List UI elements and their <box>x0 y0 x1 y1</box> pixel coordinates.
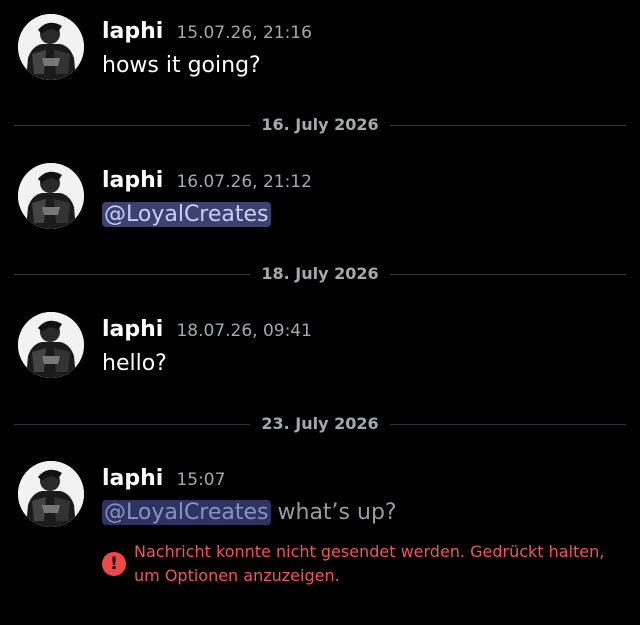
message-text: @LoyalCreates <box>102 199 271 231</box>
exclamation-icon: ! <box>102 552 126 576</box>
timestamp: 15:07 <box>176 470 226 490</box>
username[interactable]: laphi <box>102 168 163 193</box>
avatar[interactable] <box>18 14 84 80</box>
avatar-image <box>18 461 84 527</box>
send-error-notice[interactable]: ! Nachricht konnte nicht gesendet werden… <box>102 540 632 590</box>
message-failed[interactable]: laphi 15:07 @LoyalCreates what’s up? <box>0 461 640 551</box>
user-mention[interactable]: @LoyalCreates <box>102 202 271 227</box>
message-text: hows it going? <box>102 53 261 78</box>
date-divider: 18. July 2026 <box>14 263 626 287</box>
message[interactable]: laphi 15.07.26, 21:16 hows it going? <box>0 14 640 104</box>
username[interactable]: laphi <box>102 19 163 44</box>
message-text-rest: what’s up? <box>270 500 397 525</box>
divider-line <box>390 424 626 425</box>
username[interactable]: laphi <box>102 466 163 491</box>
message-text: @LoyalCreates what’s up? <box>102 497 397 529</box>
avatar-image <box>18 14 84 80</box>
avatar[interactable] <box>18 461 84 527</box>
timestamp: 18.07.26, 09:41 <box>176 321 312 341</box>
divider-line <box>390 125 626 126</box>
message-header: laphi 15:07 <box>102 465 225 494</box>
avatar-image <box>18 163 84 229</box>
message[interactable]: laphi 16.07.26, 21:12 @LoyalCreates <box>0 163 640 253</box>
message-text: hello? <box>102 351 167 376</box>
message[interactable]: laphi 18.07.26, 09:41 hello? <box>0 312 640 402</box>
message-header: laphi 15.07.26, 21:16 <box>102 18 312 47</box>
username[interactable]: laphi <box>102 317 163 342</box>
avatar-image <box>18 312 84 378</box>
error-message: Nachricht konnte nicht gesendet werden. … <box>134 542 605 585</box>
message-header: laphi 16.07.26, 21:12 <box>102 167 312 196</box>
date-divider: 23. July 2026 <box>14 413 626 437</box>
user-mention[interactable]: @LoyalCreates <box>102 500 271 525</box>
divider-line <box>390 274 626 275</box>
avatar[interactable] <box>18 163 84 229</box>
message-header: laphi 18.07.26, 09:41 <box>102 316 312 345</box>
timestamp: 16.07.26, 21:12 <box>176 172 312 192</box>
timestamp: 15.07.26, 21:16 <box>176 23 312 43</box>
avatar[interactable] <box>18 312 84 378</box>
date-divider: 16. July 2026 <box>14 114 626 138</box>
